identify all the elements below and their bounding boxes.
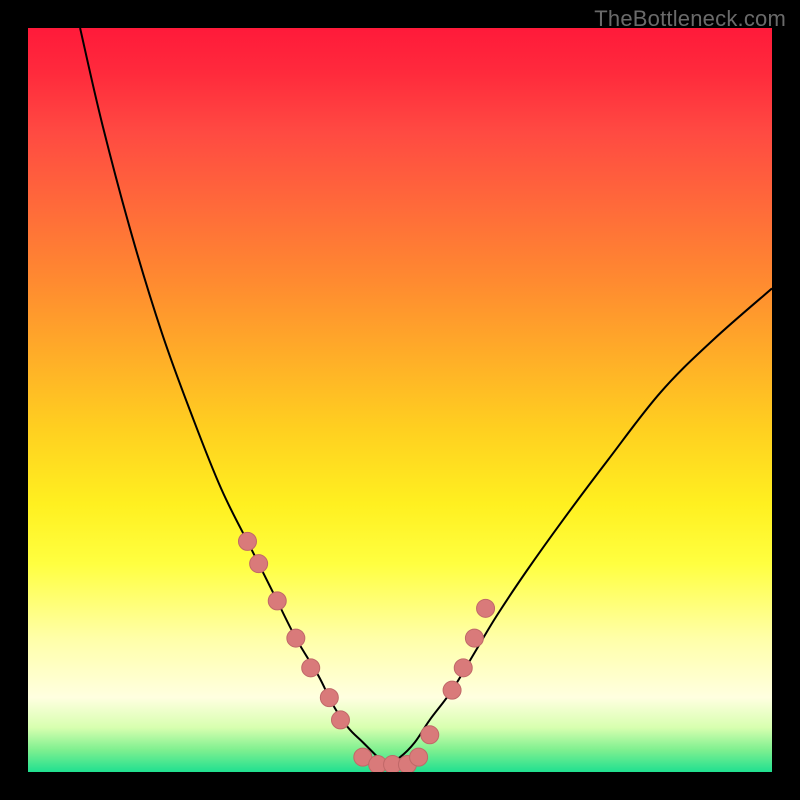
chart-svg xyxy=(28,28,772,772)
highlight-point xyxy=(287,629,305,647)
highlight-point xyxy=(302,659,320,677)
highlight-point xyxy=(443,681,461,699)
highlight-point xyxy=(454,659,472,677)
highlight-point xyxy=(238,532,256,550)
plot-area xyxy=(28,28,772,772)
highlight-point xyxy=(465,629,483,647)
highlight-point xyxy=(250,555,268,573)
highlight-point xyxy=(410,748,428,766)
watermark-text: TheBottleneck.com xyxy=(594,6,786,32)
bottleneck-curve xyxy=(80,28,772,766)
highlight-point xyxy=(331,711,349,729)
highlight-point xyxy=(477,599,495,617)
highlight-point xyxy=(421,726,439,744)
highlight-point xyxy=(268,592,286,610)
outer-frame: TheBottleneck.com xyxy=(0,0,800,800)
bottleneck-curve-path xyxy=(80,28,772,766)
highlight-markers xyxy=(238,532,494,772)
highlight-point xyxy=(320,689,338,707)
